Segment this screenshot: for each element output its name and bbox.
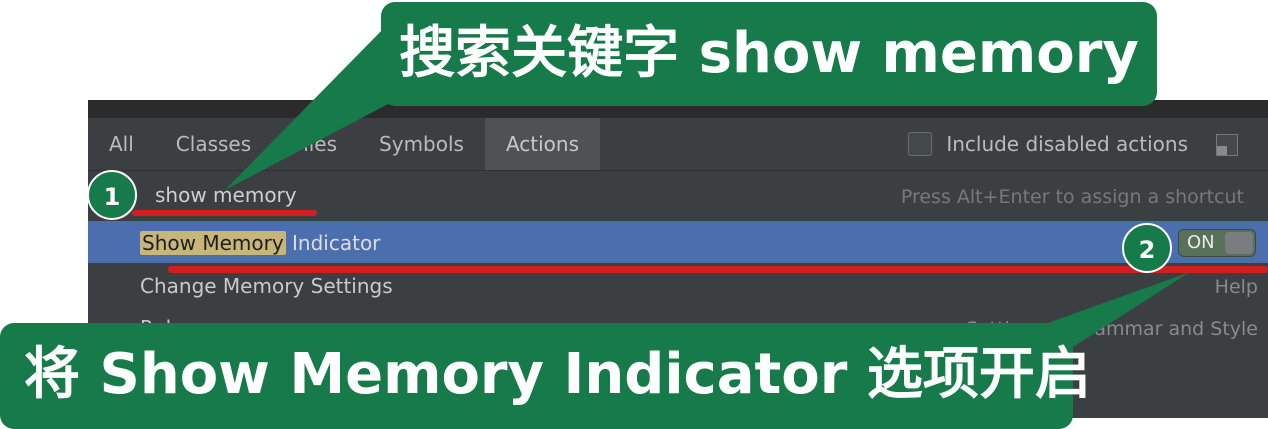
step-badge-1: 1 [87, 170, 137, 220]
step-badge-2: 2 [1122, 223, 1172, 273]
callout-top: 搜索关键字 show memory [381, 2, 1157, 106]
callout-bottom: 将 Show Memory Indicator 选项开启 [0, 323, 1091, 429]
